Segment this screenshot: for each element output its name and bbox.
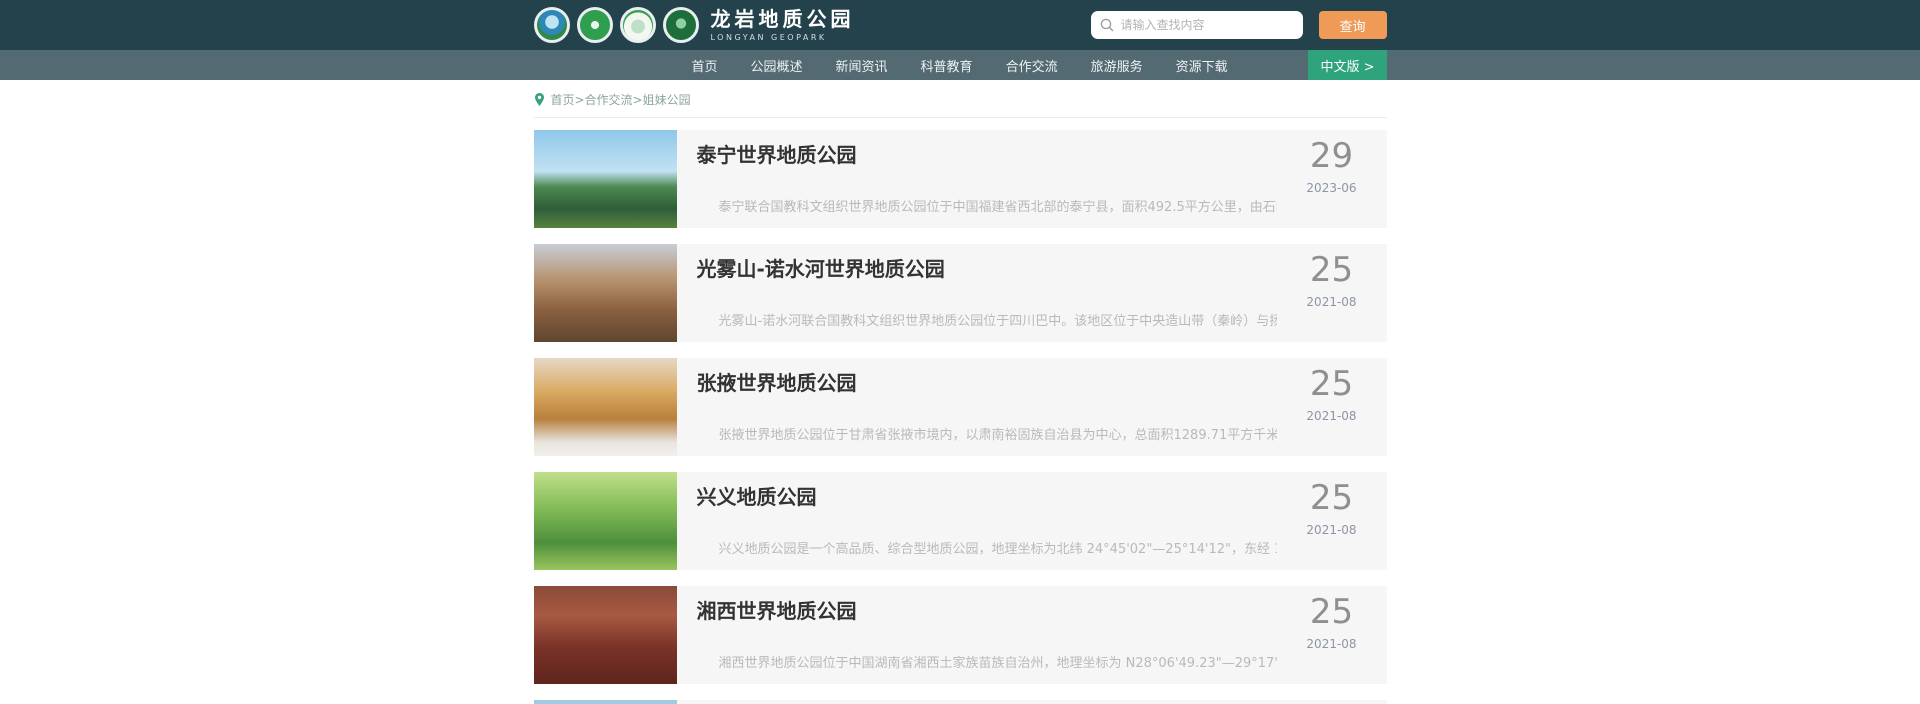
park-date-day: 25 [1287, 252, 1377, 289]
geopark-emblem-green-icon [577, 7, 613, 43]
park-list-item[interactable]: 张掖世界地质公园 张掖世界地质公园位于甘肃省张掖市境内，以肃南裕固族自治县为中心… [534, 358, 1387, 456]
park-date: 25 [1287, 700, 1387, 704]
park-date: 25 2021-08 [1287, 472, 1387, 570]
park-date-day: 29 [1287, 138, 1377, 175]
park-date-day: 25 [1287, 480, 1377, 517]
geopark-emblem-blue-mountain-icon [534, 7, 570, 43]
nav-item-downloads[interactable]: 资源下载 [1176, 56, 1228, 75]
search-input[interactable] [1121, 18, 1294, 32]
search-icon [1100, 18, 1114, 32]
search-box[interactable] [1091, 11, 1303, 39]
nav-item-home[interactable]: 首页 [692, 56, 718, 75]
park-date-month: 2023-06 [1287, 181, 1377, 195]
park-thumbnail[interactable] [534, 358, 677, 456]
park-list-item[interactable]: 泰宁世界地质公园 泰宁联合国教科文组织世界地质公园位于中国福建省西北部的泰宁县，… [534, 130, 1387, 228]
site-brand: 龙岩地质公园 LONGYAN GEOPARK [711, 8, 855, 42]
nav-item-cooperation[interactable]: 合作交流 [1006, 56, 1058, 75]
park-date-month: 2021-08 [1287, 523, 1377, 537]
park-date: 25 2021-08 [1287, 244, 1387, 342]
park-title[interactable]: 湘西世界地质公园 [697, 595, 1277, 624]
park-list-item[interactable]: 光雾山-诺水河世界地质公园 光雾山-诺水河联合国教科文组织世界地质公园位于四川巴… [534, 244, 1387, 342]
park-thumbnail[interactable] [534, 700, 677, 704]
park-list-item[interactable]: 25 [534, 700, 1387, 704]
park-description: 湘西世界地质公园位于中国湖南省湘西土家族苗族自治州，地理坐标为 N28°06'4… [697, 652, 1277, 671]
geopark-emblem-white-green-icon [620, 7, 656, 43]
park-thumbnail[interactable] [534, 130, 677, 228]
park-list-item[interactable]: 湘西世界地质公园 湘西世界地质公园位于中国湖南省湘西土家族苗族自治州，地理坐标为… [534, 586, 1387, 684]
park-title[interactable]: 张掖世界地质公园 [697, 367, 1277, 396]
site-subtitle: LONGYAN GEOPARK [711, 33, 855, 42]
park-date-day: 25 [1287, 366, 1377, 403]
park-date: 29 2023-06 [1287, 130, 1387, 228]
park-title[interactable]: 兴义地质公园 [697, 481, 1277, 510]
nav-item-park-overview[interactable]: 公园概述 [751, 56, 803, 75]
breadcrumb-text: 首页>合作交流>姐妹公园 [551, 91, 691, 108]
logo-group [534, 7, 699, 43]
location-pin-icon [534, 93, 545, 106]
park-date-month: 2021-08 [1287, 409, 1377, 423]
park-title[interactable]: 光雾山-诺水河世界地质公园 [697, 253, 1277, 282]
park-date-month: 2021-08 [1287, 295, 1377, 309]
geopark-emblem-hammer-icon [663, 7, 699, 43]
search-area: 查询 [1091, 11, 1387, 39]
park-thumbnail[interactable] [534, 586, 677, 684]
search-button[interactable]: 查询 [1319, 11, 1387, 39]
park-date: 25 2021-08 [1287, 358, 1387, 456]
nav-menu: 首页 公园概述 新闻资讯 科普教育 合作交流 旅游服务 资源下载 [692, 56, 1228, 75]
language-version-button[interactable]: 中文版 > [1308, 50, 1386, 80]
park-description: 光雾山-诺水河联合国教科文组织世界地质公园位于四川巴中。该地区位于中央造山带（秦… [697, 310, 1277, 329]
park-description: 兴义地质公园是一个高品质、综合型地质公园，地理坐标为北纬 24°45'02"—2… [697, 538, 1277, 557]
park-list-item[interactable]: 兴义地质公园 兴义地质公园是一个高品质、综合型地质公园，地理坐标为北纬 24°4… [534, 472, 1387, 570]
nav-item-travel-service[interactable]: 旅游服务 [1091, 56, 1143, 75]
park-description: 张掖世界地质公园位于甘肃省张掖市境内，以肃南裕固族自治县为中心，总面积1289.… [697, 424, 1277, 443]
park-date-month: 2021-08 [1287, 637, 1377, 651]
site-title: 龙岩地质公园 [711, 8, 855, 30]
main-content: 首页>合作交流>姐妹公园 泰宁世界地质公园 泰宁联合国教科文组织世界地质公园位于… [534, 80, 1387, 704]
park-date-day: 25 [1287, 594, 1377, 631]
park-date: 25 2021-08 [1287, 586, 1387, 684]
main-nav: 首页 公园概述 新闻资讯 科普教育 合作交流 旅游服务 资源下载 中文版 > [0, 50, 1920, 80]
park-title[interactable]: 泰宁世界地质公园 [697, 139, 1277, 168]
park-thumbnail[interactable] [534, 472, 677, 570]
park-thumbnail[interactable] [534, 244, 677, 342]
nav-item-news[interactable]: 新闻资讯 [836, 56, 888, 75]
breadcrumb: 首页>合作交流>姐妹公园 [534, 80, 1387, 118]
nav-item-science-education[interactable]: 科普教育 [921, 56, 973, 75]
park-description: 泰宁联合国教科文组织世界地质公园位于中国福建省西北部的泰宁县，面积492.5平方… [697, 196, 1277, 215]
park-list: 泰宁世界地质公园 泰宁联合国教科文组织世界地质公园位于中国福建省西北部的泰宁县，… [534, 130, 1387, 704]
site-header: 龙岩地质公园 LONGYAN GEOPARK 查询 [0, 0, 1920, 50]
